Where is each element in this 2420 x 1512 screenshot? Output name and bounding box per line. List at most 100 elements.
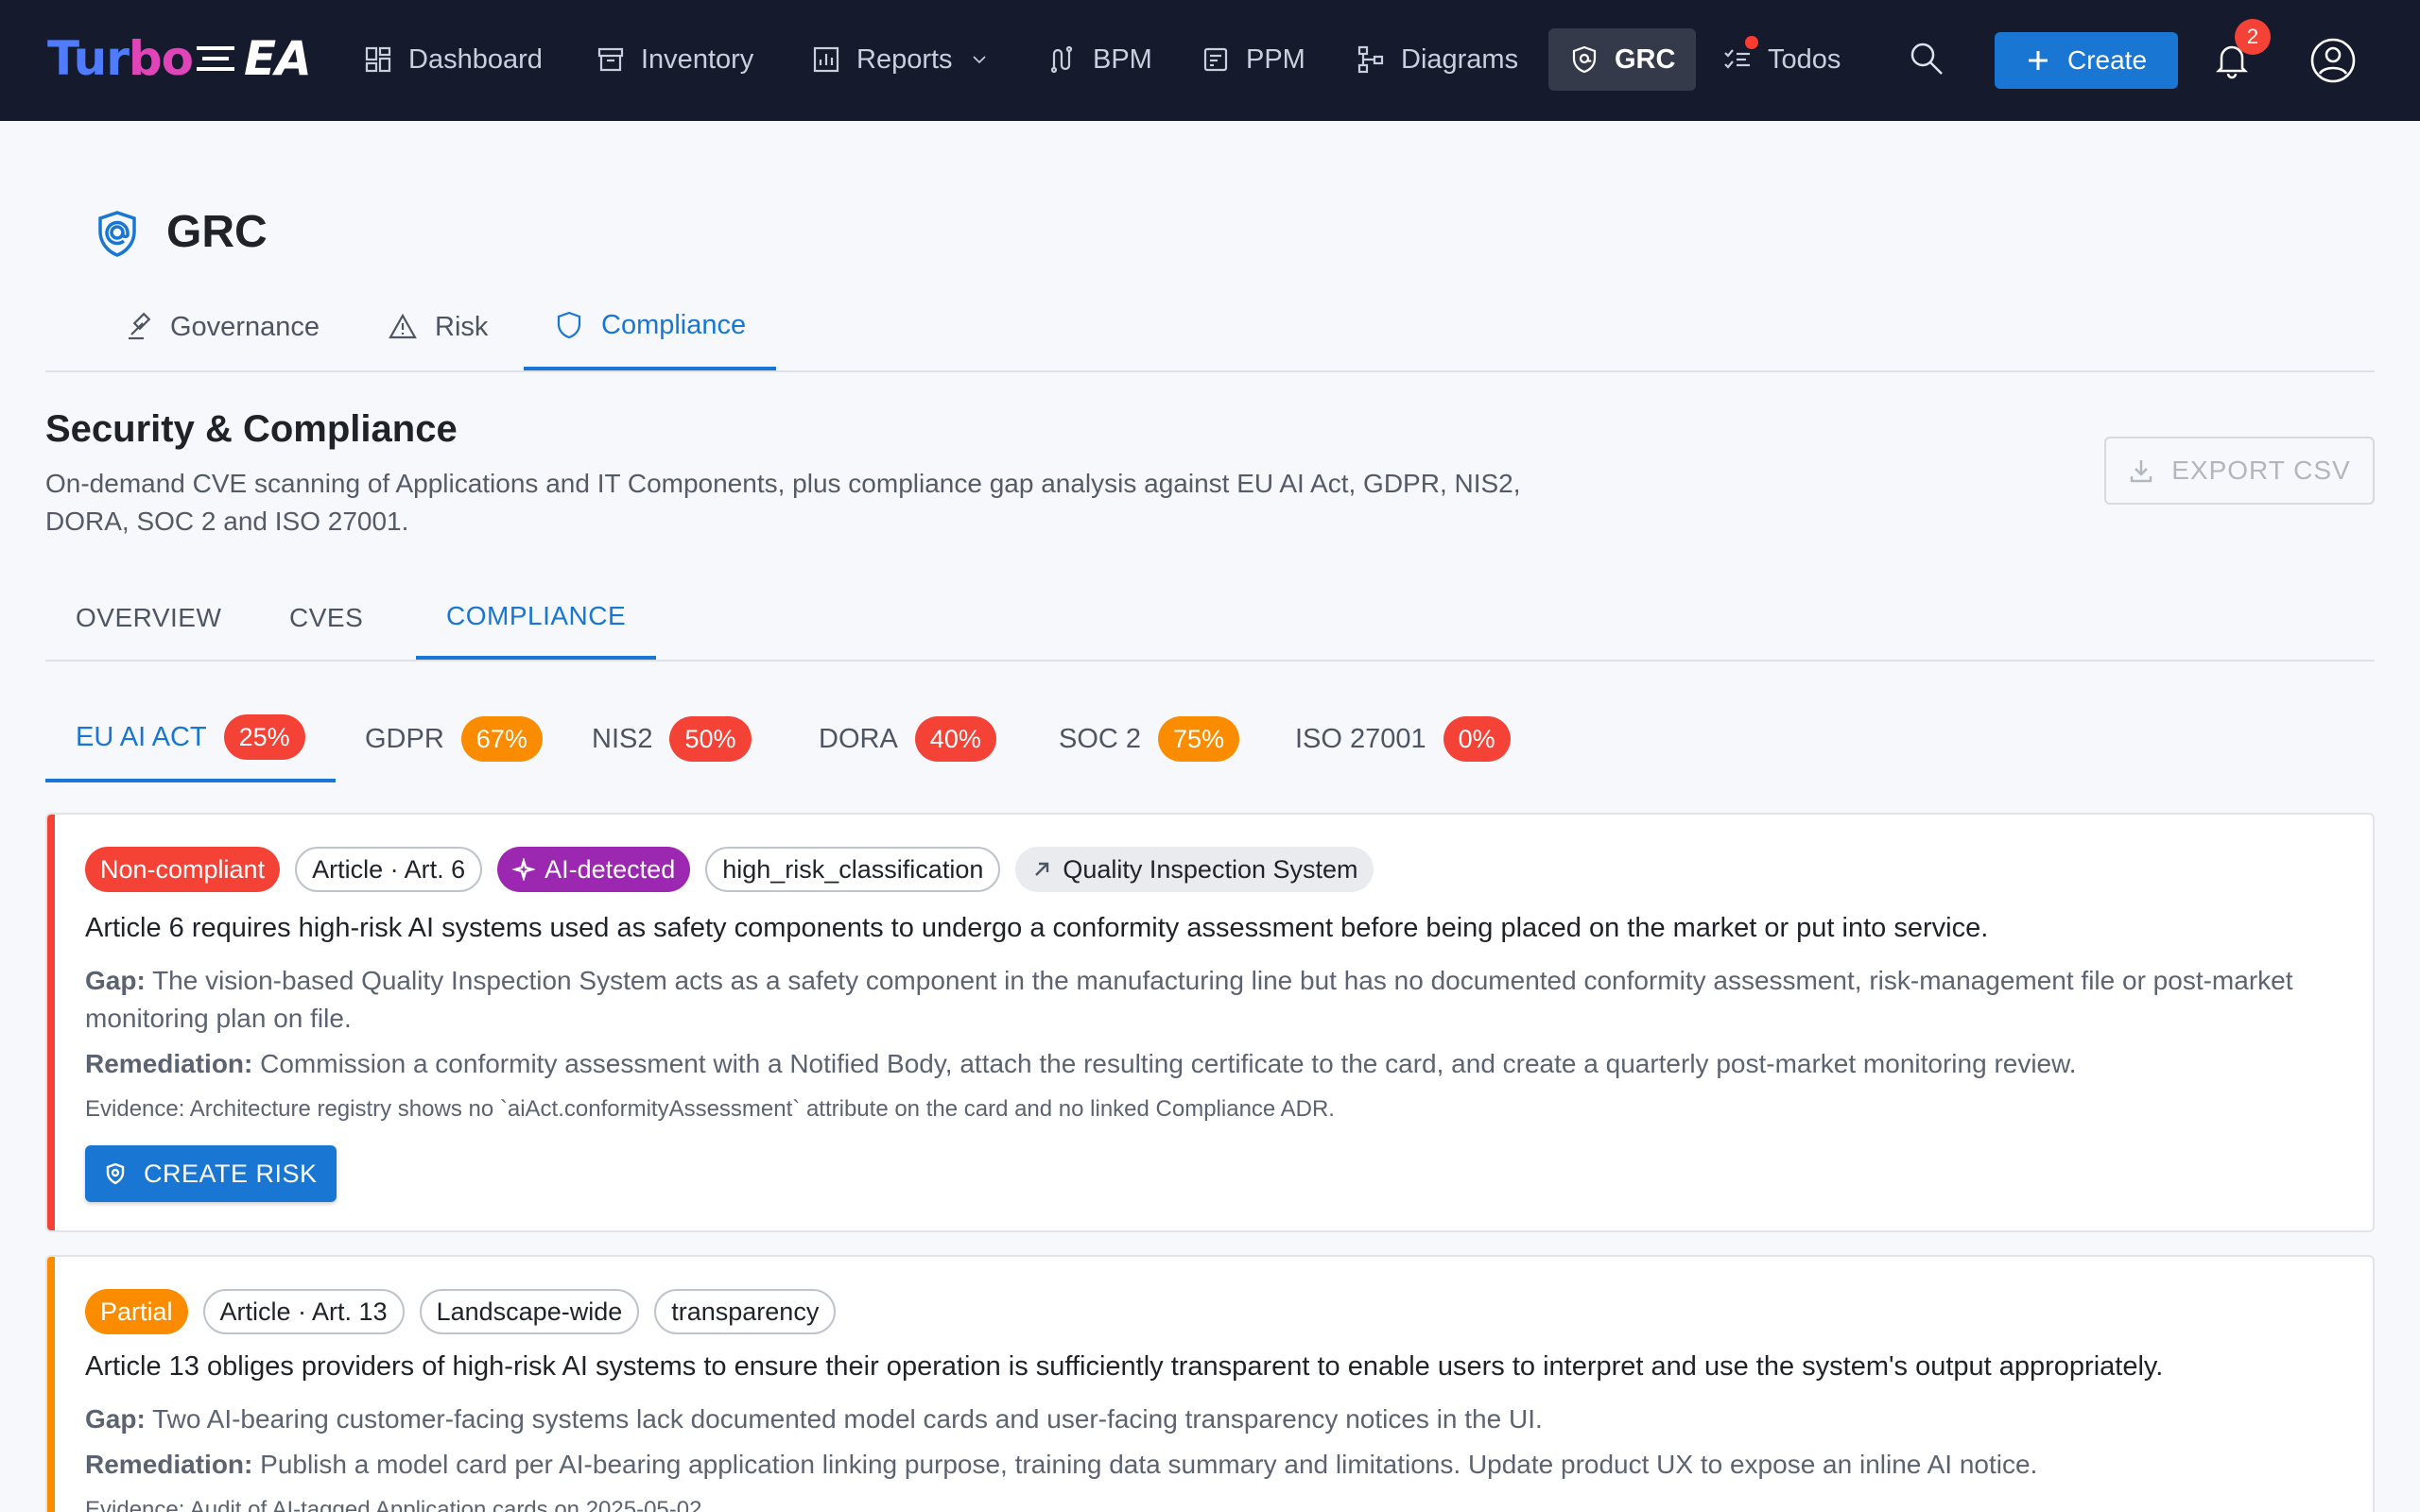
turbo-ea-logo[interactable]: Tur bo EA	[47, 28, 312, 89]
category-chip: high_risk_classification	[705, 847, 1001, 892]
grc-icon	[106, 1162, 125, 1185]
article-chip: Article · Art. 6	[295, 847, 483, 892]
finding-card: Partial Article · Art. 13 Landscape-wide…	[45, 1255, 2375, 1512]
diagrams-icon	[1357, 45, 1384, 74]
framework-label: EU AI ACT	[76, 721, 207, 752]
nav-item-bpm[interactable]: BPM	[1027, 28, 1173, 91]
category-chip: transparency	[654, 1289, 837, 1334]
logo-text-ea: EA	[244, 31, 312, 86]
requirement-text: Article 6 requires high-risk AI systems …	[85, 913, 1989, 943]
status-stripe	[47, 1257, 55, 1512]
dashboard-icon	[365, 46, 391, 73]
remediation-text: Remediation: Publish a model card per AI…	[85, 1446, 2354, 1484]
search-icon	[1910, 43, 1943, 75]
finding-chips: Partial Article · Art. 13 Landscape-wide…	[85, 1289, 837, 1334]
framework-score-badge: 75%	[1158, 716, 1240, 762]
bpm-icon	[1050, 45, 1073, 74]
security-subtabs: OVERVIEW CVES COMPLIANCE	[45, 576, 2375, 662]
ppm-icon	[1203, 47, 1228, 72]
create-button[interactable]: Create	[1995, 32, 2178, 89]
remediation-label: Remediation:	[85, 1049, 253, 1078]
gap-label: Gap:	[85, 1404, 146, 1434]
grc-tabs: Governance Risk Compliance	[45, 284, 2375, 372]
framework-tab-soc2[interactable]: SOC 2 75%	[1028, 696, 1270, 782]
framework-score-badge: 50%	[669, 716, 752, 762]
account-button[interactable]	[2308, 36, 2358, 85]
search-button[interactable]	[1908, 40, 1945, 77]
framework-score-badge: 0%	[1443, 716, 1511, 762]
notification-count-badge: 2	[2235, 19, 2271, 55]
framework-tab-gdpr[interactable]: GDPR 67%	[335, 696, 573, 782]
finding-chips: Non-compliant Article · Art. 6 AI-detect…	[85, 847, 1374, 892]
framework-label: NIS2	[592, 723, 653, 754]
nav-item-label: PPM	[1246, 43, 1305, 75]
todos-alert-dot	[1745, 36, 1758, 49]
subtab-compliance[interactable]: COMPLIANCE	[416, 576, 657, 660]
article-chip: Article · Art. 13	[202, 1289, 405, 1334]
arrow-outward-icon	[1035, 862, 1049, 876]
remediation-value: Publish a model card per AI-bearing appl…	[260, 1450, 2038, 1479]
linked-card-label: Quality Inspection System	[1063, 854, 1358, 884]
framework-tab-eu-ai-act[interactable]: EU AI ACT 25%	[45, 696, 336, 782]
framework-score-badge: 67%	[460, 716, 543, 762]
nav-item-inventory[interactable]: Inventory	[575, 28, 774, 91]
section-title: Security & Compliance	[45, 408, 458, 450]
chevron-down-icon	[972, 56, 986, 64]
ai-detected-chip: AI-detected	[497, 847, 691, 892]
nav-item-label: Todos	[1768, 43, 1841, 75]
tab-label: Risk	[435, 311, 489, 342]
framework-score-badge: 40%	[914, 716, 996, 762]
create-risk-label: CREATE RISK	[144, 1159, 318, 1188]
gap-text: Gap: Two AI-bearing customer-facing syst…	[85, 1400, 2354, 1438]
tab-label: Compliance	[601, 309, 747, 340]
gap-value: The vision-based Quality Inspection Syst…	[85, 966, 2293, 1033]
export-csv-button[interactable]: EXPORT CSV	[2104, 437, 2375, 505]
scope-chip: Landscape-wide	[419, 1289, 640, 1334]
nav-item-ppm[interactable]: PPM	[1180, 28, 1326, 91]
download-icon	[2131, 460, 2152, 483]
framework-label: GDPR	[365, 723, 444, 754]
logo-speed-lines	[197, 46, 235, 71]
framework-tab-nis2[interactable]: NIS2 50%	[562, 696, 782, 782]
nav-item-dashboard[interactable]: Dashboard	[342, 28, 563, 91]
nav-item-label: Dashboard	[408, 43, 543, 75]
create-risk-button[interactable]: CREATE RISK	[85, 1145, 337, 1202]
nav-item-label: Inventory	[641, 43, 754, 75]
nav-item-reports[interactable]: Reports	[790, 28, 1011, 91]
nav-item-label: Diagrams	[1401, 43, 1519, 75]
section-description: On-demand CVE scanning of Applications a…	[45, 469, 1521, 536]
tab-compliance[interactable]: Compliance	[524, 284, 777, 370]
export-csv-label: EXPORT CSV	[2171, 455, 2351, 485]
reports-icon	[813, 46, 839, 73]
nav-item-grc[interactable]: GRC	[1548, 28, 1697, 91]
gap-label: Gap:	[85, 966, 146, 995]
status-badge: Non-compliant	[85, 847, 281, 892]
page-title: GRC	[166, 207, 268, 257]
remediation-label: Remediation:	[85, 1450, 253, 1479]
gap-value: Two AI-bearing customer-facing systems l…	[152, 1404, 1543, 1434]
nav-item-todos[interactable]: Todos	[1702, 28, 1861, 91]
framework-label: ISO 27001	[1295, 723, 1426, 754]
nav-item-label: GRC	[1615, 43, 1676, 75]
nav-item-label: BPM	[1093, 43, 1152, 75]
requirement-text: Article 13 obliges providers of high-ris…	[85, 1351, 2164, 1382]
gavel-icon	[129, 312, 151, 340]
framework-label: DORA	[819, 723, 898, 754]
subtab-overview[interactable]: OVERVIEW	[45, 576, 251, 660]
subtab-cves[interactable]: CVES	[259, 576, 393, 660]
logo-text-turbo: Tur	[47, 31, 130, 86]
grc-icon	[1572, 45, 1597, 74]
top-navigation-bar: Tur bo EA Dashboard Inventory Reports BPM…	[0, 0, 2420, 121]
tab-governance[interactable]: Governance	[93, 284, 350, 370]
finding-card: Non-compliant Article · Art. 6 AI-detect…	[45, 813, 2375, 1232]
tab-risk[interactable]: Risk	[357, 284, 518, 370]
create-button-label: Create	[2066, 45, 2148, 75]
linked-card-chip[interactable]: Quality Inspection System	[1015, 847, 1374, 892]
framework-tab-dora[interactable]: DORA 40%	[788, 696, 1027, 782]
evidence-text: Evidence: Architecture registry shows no…	[85, 1096, 1335, 1122]
nav-item-diagrams[interactable]: Diagrams	[1335, 28, 1539, 91]
remediation-text: Remediation: Commission a conformity ass…	[85, 1045, 2354, 1083]
framework-label: SOC 2	[1059, 723, 1142, 754]
warning-icon	[389, 313, 417, 339]
framework-tab-iso27001[interactable]: ISO 27001 0%	[1265, 696, 1541, 782]
